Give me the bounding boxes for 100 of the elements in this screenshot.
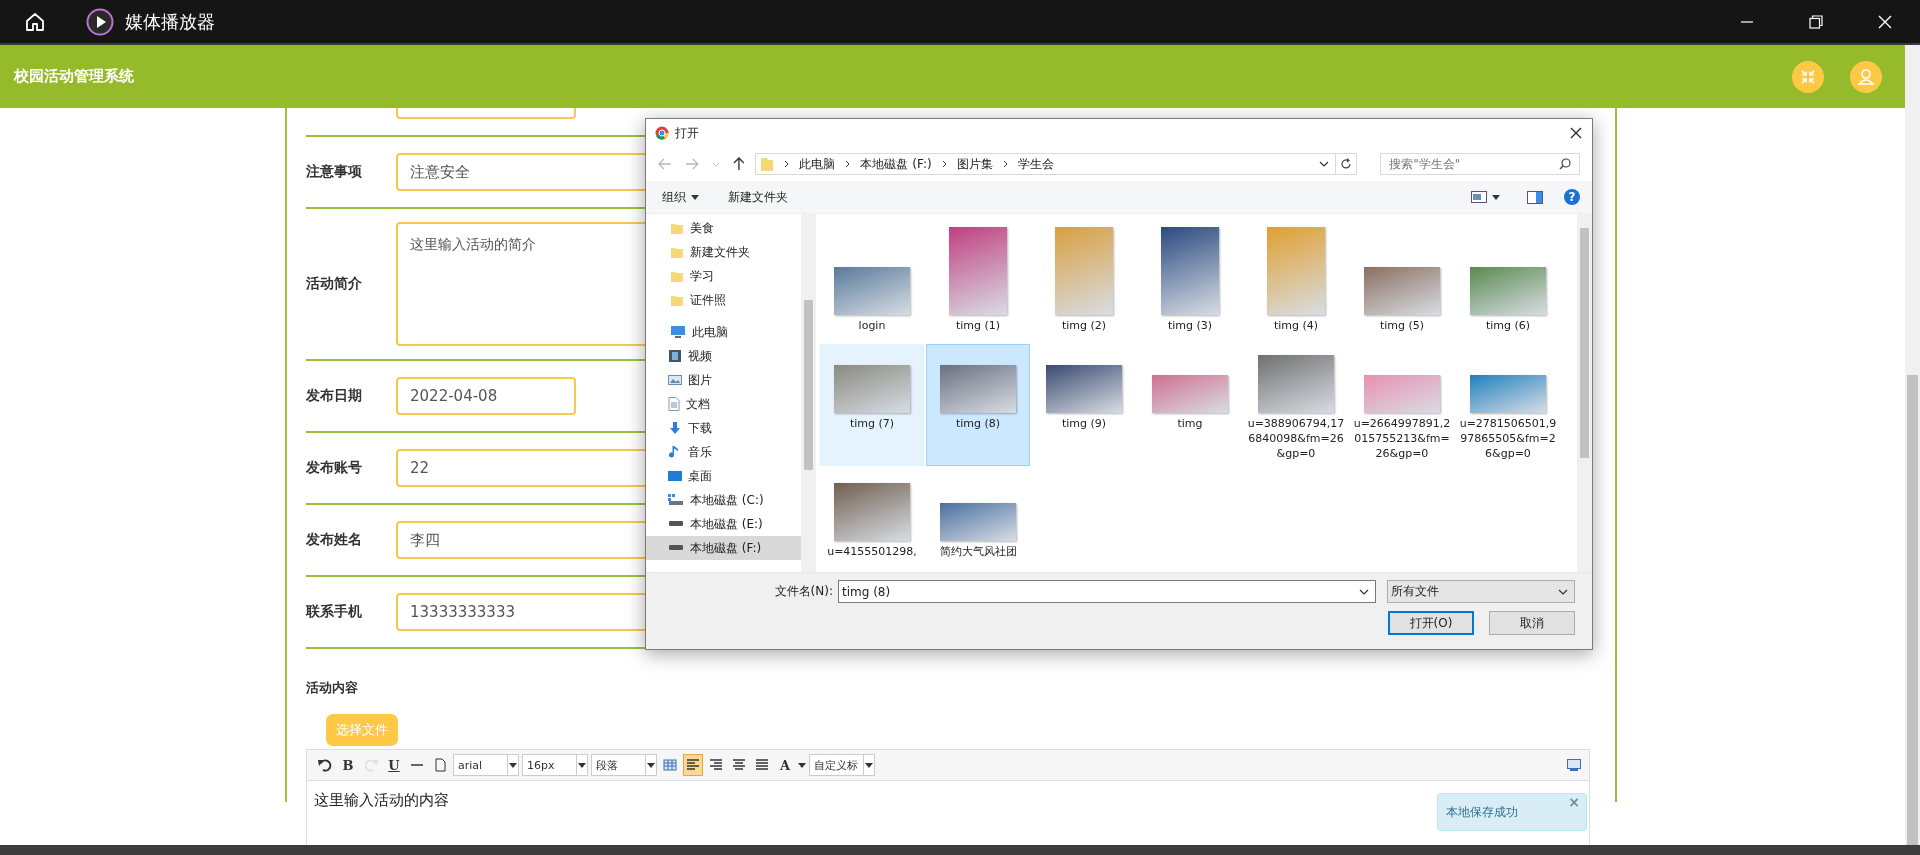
- refresh-icon: [1340, 158, 1353, 170]
- restore-icon[interactable]: [1809, 14, 1823, 29]
- desktop-icon: [668, 469, 682, 483]
- drive-icon: [668, 494, 684, 506]
- search-icon: [1559, 158, 1571, 170]
- file-item[interactable]: u=2781506501,997865505&fm=26&gp=0: [1456, 344, 1560, 466]
- file-item[interactable]: timg (1): [926, 220, 1030, 338]
- file-item[interactable]: u=2664997891,2015755213&fm=26&gp=0: [1350, 344, 1454, 466]
- page-icon: [433, 758, 447, 772]
- new-folder-button[interactable]: 新建文件夹: [728, 188, 788, 206]
- search-field[interactable]: 搜索"学生会": [1380, 153, 1580, 175]
- field-label: 发布账号: [306, 459, 363, 477]
- chevron-right-icon: [784, 160, 790, 168]
- folder-icon: [670, 293, 684, 307]
- nav-item[interactable]: 本地磁盘 (F:): [646, 536, 801, 560]
- up-arrow-icon[interactable]: [732, 157, 745, 171]
- folder-icon: [760, 156, 775, 172]
- nav-item[interactable]: 视频: [646, 344, 801, 368]
- close-icon[interactable]: [1570, 127, 1582, 139]
- field-label: 注意事项: [306, 163, 363, 181]
- align-right-icon: [709, 758, 723, 772]
- breadcrumb-item[interactable]: 此电脑: [799, 155, 836, 173]
- breadcrumb-item[interactable]: 学生会: [1017, 155, 1054, 173]
- window-title: 媒体播放器: [125, 9, 215, 34]
- file-item[interactable]: timg: [1138, 344, 1242, 466]
- view-options-icon[interactable]: [1471, 191, 1487, 203]
- file-item[interactable]: u=388906794,176840098&fm=26&gp=0: [1244, 344, 1348, 466]
- breadcrumb-item[interactable]: 图片集: [956, 155, 993, 173]
- chevron-right-icon: [1002, 160, 1008, 168]
- folder-icon: [670, 269, 684, 283]
- chevron-right-icon: [845, 160, 851, 168]
- nav-item[interactable]: 图片: [646, 368, 801, 392]
- cancel-button[interactable]: 取消: [1489, 611, 1575, 635]
- file-item[interactable]: u=4155501298,: [820, 472, 924, 564]
- underline-button[interactable]: U: [384, 754, 404, 776]
- chevron-down-icon[interactable]: [1319, 161, 1330, 167]
- file-item[interactable]: login: [820, 220, 924, 338]
- app-title: 校园活动管理系统: [14, 67, 134, 86]
- nav-item[interactable]: 本地磁盘 (E:): [646, 512, 801, 536]
- bold-button[interactable]: B: [338, 754, 358, 776]
- file-item[interactable]: timg (9): [1032, 344, 1136, 466]
- file-item[interactable]: timg (7): [820, 344, 924, 466]
- nav-item[interactable]: 新建文件夹: [646, 240, 801, 264]
- file-item[interactable]: 简约大气风社团: [926, 472, 1030, 564]
- nav-item[interactable]: 美食: [646, 216, 801, 240]
- open-button[interactable]: 打开(O): [1388, 611, 1474, 635]
- caret-icon: [578, 762, 586, 768]
- nav-item[interactable]: 本地磁盘 (C:): [646, 488, 801, 512]
- caret-icon: [1492, 194, 1500, 200]
- scrollbar[interactable]: [801, 214, 816, 572]
- file-item[interactable]: timg (3): [1138, 220, 1242, 338]
- dropdown[interactable]: arial: [453, 754, 519, 776]
- nav-item[interactable]: 证件照: [646, 288, 801, 312]
- align-left-icon: [686, 758, 700, 772]
- nav-item[interactable]: 下载: [646, 416, 801, 440]
- caret-icon: [509, 762, 517, 768]
- organize-menu-button[interactable]: 组织: [662, 188, 686, 206]
- browser-icon: [655, 126, 669, 140]
- chevron-down-icon: [1359, 588, 1369, 595]
- align-justify-icon: [755, 758, 769, 772]
- help-button[interactable]: ?: [1564, 189, 1580, 205]
- field-label: 活动内容: [306, 679, 359, 697]
- dialog-title: 打开: [675, 124, 699, 142]
- refresh-button[interactable]: [1335, 153, 1358, 175]
- home-icon[interactable]: [24, 10, 46, 33]
- file-type-dropdown[interactable]: 所有文件: [1387, 580, 1575, 603]
- toast-text: 本地保存成功: [1446, 803, 1518, 821]
- folder-icon: [670, 245, 684, 259]
- nav-item[interactable]: 桌面: [646, 464, 801, 488]
- preview-pane-icon[interactable]: [1527, 190, 1543, 204]
- breadcrumb-item[interactable]: 本地磁盘 (F:): [860, 155, 932, 173]
- file-name-field[interactable]: timg (8): [838, 580, 1376, 603]
- nav-item[interactable]: 此电脑: [646, 320, 801, 344]
- dropdown[interactable]: 自定义标: [809, 754, 875, 776]
- redo-icon: [364, 758, 378, 772]
- file-item[interactable]: timg (4): [1244, 220, 1348, 338]
- file-item[interactable]: timg (2): [1032, 220, 1136, 338]
- caret-icon: [865, 762, 873, 768]
- dropdown[interactable]: 16px: [522, 754, 588, 776]
- field-label: 活动简介: [306, 275, 363, 293]
- address-bar[interactable]: 此电脑 本地磁盘 (F:) 图片集 学生会: [755, 153, 1337, 175]
- fullscreen-icon[interactable]: [1567, 758, 1581, 772]
- file-item[interactable]: timg (8): [926, 344, 1030, 466]
- caret-icon: [798, 762, 806, 768]
- scrollbar[interactable]: [1577, 214, 1592, 572]
- scrollbar[interactable]: [1905, 45, 1920, 845]
- editor-text[interactable]: 这里输入活动的内容: [314, 791, 449, 809]
- caret-icon: [647, 762, 655, 768]
- nav-item[interactable]: 文档: [646, 392, 801, 416]
- file-item[interactable]: timg (5): [1350, 220, 1454, 338]
- nav-item[interactable]: 学习: [646, 264, 801, 288]
- align-left-button[interactable]: [683, 754, 703, 776]
- undo-icon: [318, 758, 332, 772]
- font-color-button[interactable]: A: [775, 754, 795, 776]
- date-field[interactable]: 2022-04-08: [396, 377, 576, 415]
- field-label: 联系手机: [306, 603, 363, 621]
- dropdown[interactable]: 段落: [591, 754, 657, 776]
- nav-item[interactable]: 音乐: [646, 440, 801, 464]
- file-item[interactable]: timg (6): [1456, 220, 1560, 338]
- folder-icon: [670, 221, 684, 235]
